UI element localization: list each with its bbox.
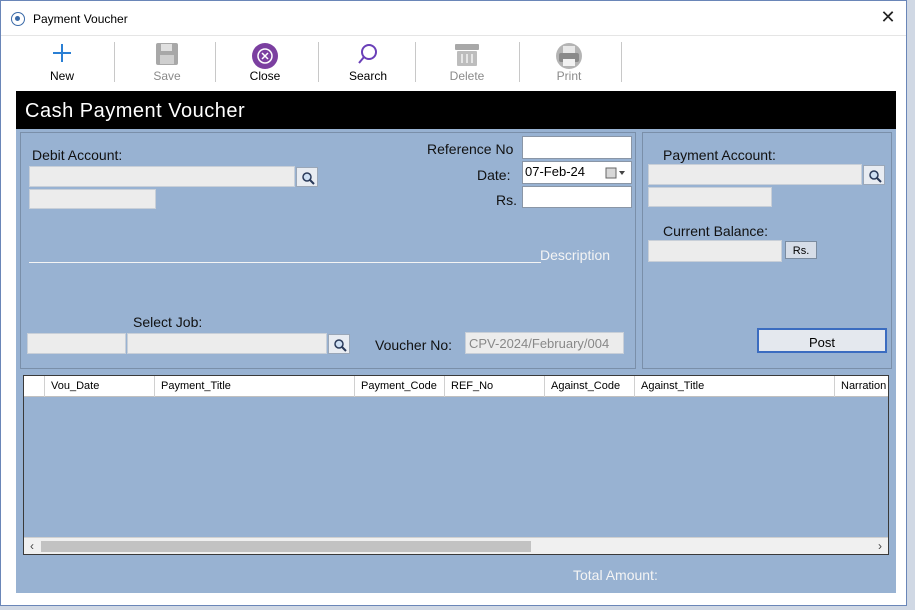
post-button[interactable]: Post <box>757 328 887 353</box>
search-button-label: Search <box>348 69 388 83</box>
toolbar-separator <box>519 42 520 82</box>
save-button-label: Save <box>153 69 181 83</box>
toolbar: New Save Close Search Delete Print <box>1 35 906 87</box>
window-title: Payment Voucher <box>33 12 128 26</box>
toolbar-separator <box>318 42 319 82</box>
scrollbar-thumb[interactable] <box>41 541 531 552</box>
print-button[interactable]: Print <box>538 38 600 86</box>
job-search-button[interactable] <box>328 334 350 354</box>
job-name-field[interactable] <box>127 333 327 354</box>
delete-button-label: Delete <box>449 69 485 83</box>
payment-voucher-window: Payment Voucher ✕ New Save Close Search … <box>0 0 907 606</box>
horizontal-scrollbar[interactable]: ‹ › <box>24 537 888 554</box>
select-job-label: Select Job: <box>133 314 203 330</box>
toolbar-separator <box>114 42 115 82</box>
column-header-payment-title[interactable]: Payment_Title <box>155 376 355 397</box>
close-button[interactable]: Close <box>234 38 296 86</box>
page-title: Cash Payment Voucher <box>16 91 896 129</box>
calendar-dropdown-icon[interactable] <box>605 167 627 179</box>
rs-label: Rs. <box>496 192 517 208</box>
delete-button[interactable]: Delete <box>436 38 498 86</box>
magnifier-icon <box>334 339 347 352</box>
save-button[interactable]: Save <box>136 38 198 86</box>
date-picker[interactable]: 07-Feb-24 <box>522 161 632 184</box>
debit-account-code-field[interactable] <box>29 189 156 209</box>
magnifier-icon <box>302 172 315 185</box>
delete-icon <box>455 44 479 66</box>
payment-account-search-button[interactable] <box>863 165 885 185</box>
grid-header: Vou_Date Payment_Title Payment_Code REF_… <box>24 376 888 397</box>
search-icon <box>358 44 377 64</box>
voucher-form-area: Cash Payment Voucher Debit Account: Refe… <box>16 91 896 593</box>
description-label: Description <box>540 247 611 263</box>
column-header-vou-date[interactable]: Vou_Date <box>45 376 155 397</box>
payment-account-field[interactable] <box>648 164 862 185</box>
job-code-field[interactable] <box>27 333 126 354</box>
debit-account-field[interactable] <box>29 166 295 187</box>
new-button-label: New <box>49 69 74 83</box>
voucher-grid[interactable]: Vou_Date Payment_Title Payment_Code REF_… <box>23 375 889 555</box>
close-icon <box>252 43 278 69</box>
total-amount-label: Total Amount: <box>573 567 658 583</box>
voucher-no-label: Voucher No: <box>375 337 453 353</box>
amount-input[interactable] <box>522 186 632 208</box>
column-header-narration[interactable]: Narration <box>835 376 888 397</box>
current-balance-field <box>648 240 782 262</box>
date-value: 07-Feb-24 <box>525 164 585 179</box>
new-button[interactable]: New <box>31 38 93 86</box>
column-header-payment-code[interactable]: Payment_Code <box>355 376 445 397</box>
rs-button[interactable]: Rs. <box>785 241 817 259</box>
save-icon <box>156 43 178 65</box>
description-line <box>29 262 541 263</box>
close-button-label: Close <box>249 69 281 83</box>
payment-account-label: Payment Account: <box>663 147 776 163</box>
voucher-details-panel: Debit Account: Reference No Date: 07-Feb… <box>20 132 636 369</box>
plus-icon <box>53 44 71 62</box>
toolbar-separator <box>415 42 416 82</box>
date-label: Date: <box>477 167 511 183</box>
payment-account-panel: Payment Account: Current Balance: Rs. Po… <box>642 132 892 369</box>
current-balance-label: Current Balance: <box>663 223 769 239</box>
voucher-no-field: CPV-2024/February/004 <box>465 332 624 354</box>
column-header-against-code[interactable]: Against_Code <box>545 376 635 397</box>
toolbar-separator <box>215 42 216 82</box>
reference-no-label: Reference No <box>427 141 514 157</box>
reference-no-input[interactable] <box>522 136 632 159</box>
title-bar: Payment Voucher ✕ <box>1 1 906 35</box>
debit-account-search-button[interactable] <box>296 167 318 187</box>
scroll-right-icon[interactable]: › <box>872 539 888 553</box>
search-button[interactable]: Search <box>337 38 399 86</box>
window-close-button[interactable]: ✕ <box>878 7 898 28</box>
debit-account-label: Debit Account: <box>32 147 123 163</box>
column-header-against-title[interactable]: Against_Title <box>635 376 835 397</box>
magnifier-icon <box>869 170 882 183</box>
scroll-left-icon[interactable]: ‹ <box>24 539 40 553</box>
row-selector-header <box>24 376 45 397</box>
payment-account-code-field[interactable] <box>648 187 772 207</box>
column-header-ref-no[interactable]: REF_No <box>445 376 545 397</box>
toolbar-separator <box>621 42 622 82</box>
app-icon <box>11 12 25 26</box>
print-icon <box>556 43 582 69</box>
print-button-label: Print <box>556 69 582 83</box>
